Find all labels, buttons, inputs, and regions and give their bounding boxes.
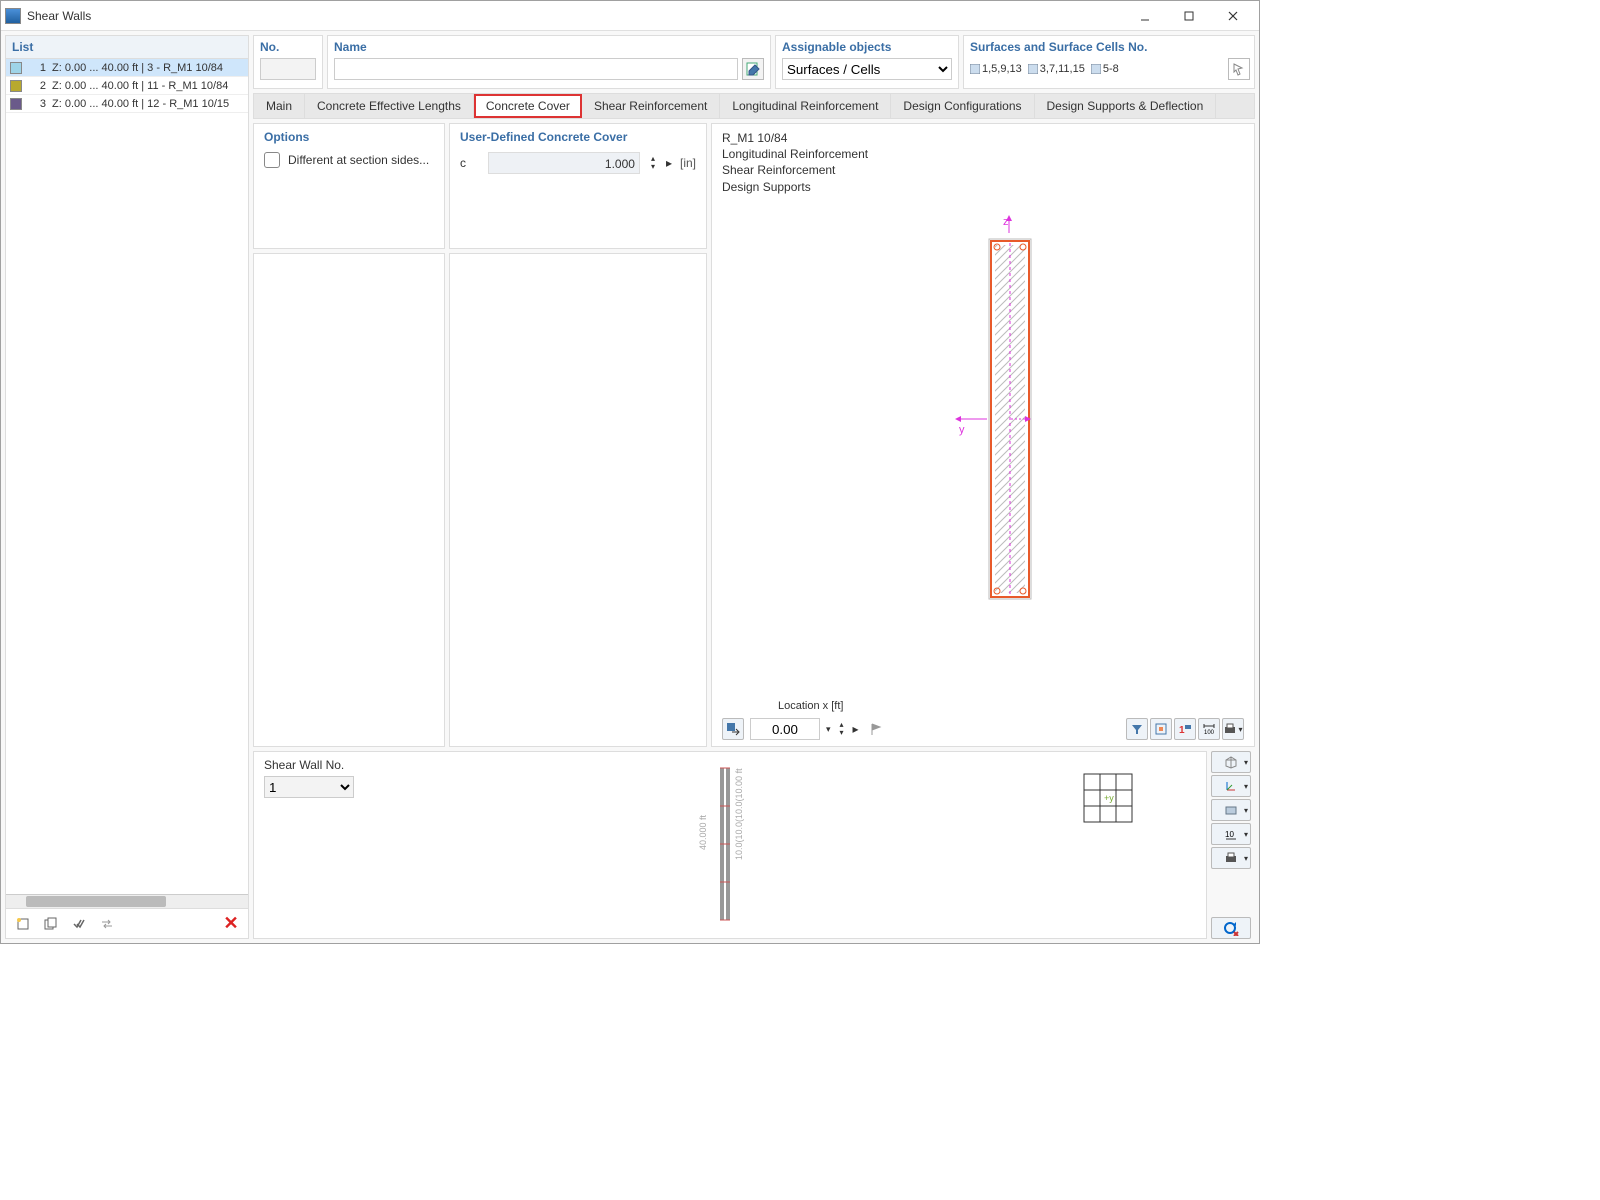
- name-label: Name: [334, 40, 764, 54]
- cover-param-label: c: [460, 156, 480, 170]
- location-label: Location x [ft]: [778, 700, 1244, 712]
- list-body[interactable]: 1Z: 0.00 ... 40.00 ft | 3 - R_M1 10/842Z…: [6, 59, 248, 894]
- close-icon: ✕: [223, 913, 238, 934]
- locate-icon[interactable]: [722, 718, 744, 740]
- tab-design-configurations[interactable]: Design Configurations: [891, 94, 1034, 118]
- svg-text:10: 10: [1225, 830, 1234, 839]
- assignable-label: Assignable objects: [782, 40, 952, 54]
- assignable-select[interactable]: Surfaces / Cells: [782, 58, 952, 80]
- surface-icon: [1091, 64, 1101, 74]
- list-hscrollbar[interactable]: [6, 894, 248, 908]
- tab-main[interactable]: Main: [254, 94, 305, 118]
- flag-icon[interactable]: [865, 718, 887, 740]
- svg-text:100: 100: [1204, 730, 1215, 736]
- preview-info: R_M1 10/84Longitudinal ReinforcementShea…: [722, 130, 1244, 195]
- surface-icon: [970, 64, 980, 74]
- location-spinner[interactable]: ▴▾: [837, 721, 847, 737]
- shearwall-no-select[interactable]: 1: [264, 776, 354, 798]
- different-sides-label: Different at section sides...: [288, 153, 429, 167]
- svg-text:10.0(10.0(10.0(10.00 ft: 10.0(10.0(10.0(10.00 ft: [734, 768, 744, 860]
- app-icon: [5, 8, 21, 24]
- view-cube[interactable]: +y: [1080, 770, 1136, 826]
- edit-name-icon[interactable]: [742, 58, 764, 80]
- pick-surfaces-icon[interactable]: [1228, 58, 1250, 80]
- minimize-button[interactable]: [1123, 2, 1167, 30]
- dimension-icon[interactable]: 100: [1198, 718, 1220, 740]
- cover-step-icon[interactable]: ▸: [666, 156, 672, 170]
- delete-button[interactable]: ✕: [220, 913, 242, 935]
- no-input[interactable]: [260, 58, 316, 80]
- name-input[interactable]: [334, 58, 738, 80]
- location-step-icon[interactable]: ▸: [853, 722, 859, 736]
- list-item[interactable]: 2Z: 0.00 ... 40.00 ft | 11 - R_M1 10/84: [6, 77, 248, 95]
- location-dropdown-icon[interactable]: ▾: [826, 724, 831, 735]
- cover-value-input[interactable]: 1.000: [488, 152, 640, 174]
- location-input[interactable]: [750, 718, 820, 740]
- tab-bar: MainConcrete Effective LengthsConcrete C…: [253, 93, 1255, 119]
- copy-icon[interactable]: [40, 913, 62, 935]
- section-diagram: z: [903, 211, 1063, 631]
- svg-text:40.000 ft: 40.000 ft: [698, 814, 708, 850]
- tab-longitudinal-reinforcement[interactable]: Longitudinal Reinforcement: [720, 94, 891, 118]
- cover-spinner[interactable]: ▴▾: [648, 155, 658, 171]
- list-item[interactable]: 3Z: 0.00 ... 40.00 ft | 12 - R_M1 10/15: [6, 95, 248, 113]
- print-icon[interactable]: ▾: [1211, 847, 1251, 869]
- tab-concrete-cover[interactable]: Concrete Cover: [474, 94, 582, 118]
- surfaces-label: Surfaces and Surface Cells No.: [970, 40, 1248, 54]
- surface-icon: [1028, 64, 1038, 74]
- values-icon[interactable]: 1: [1174, 718, 1196, 740]
- empty-panel: [253, 253, 445, 747]
- empty-panel: [449, 253, 707, 747]
- no-label: No.: [260, 40, 316, 54]
- new-icon[interactable]: [12, 913, 34, 935]
- grid-icon[interactable]: 10▾: [1211, 823, 1251, 845]
- elevation-diagram: 40.000 ft 10.0(10.0(10.0(10.00 ft: [692, 760, 762, 930]
- swap-icon[interactable]: [96, 913, 118, 935]
- cover-unit: [in]: [680, 156, 696, 170]
- different-sides-checkbox[interactable]: [264, 152, 280, 168]
- svg-text:+y: +y: [1104, 793, 1114, 803]
- surfaces-value[interactable]: 1,5,9,13 3,7,11,15 5-8: [970, 58, 1248, 80]
- check-icon[interactable]: [68, 913, 90, 935]
- tab-concrete-effective-lengths[interactable]: Concrete Effective Lengths: [305, 94, 474, 118]
- close-button[interactable]: [1211, 2, 1255, 30]
- tab-design-supports-deflection[interactable]: Design Supports & Deflection: [1035, 94, 1217, 118]
- print-icon[interactable]: ▾: [1222, 718, 1244, 740]
- cover-title: User-Defined Concrete Cover: [460, 130, 696, 144]
- render-icon[interactable]: ▾: [1211, 799, 1251, 821]
- reset-view-icon[interactable]: [1211, 917, 1251, 939]
- list-header: List: [6, 36, 248, 59]
- list-item[interactable]: 1Z: 0.00 ... 40.00 ft | 3 - R_M1 10/84: [6, 59, 248, 77]
- axes-icon[interactable]: ▾: [1211, 775, 1251, 797]
- filter-icon[interactable]: [1126, 718, 1148, 740]
- svg-text:1: 1: [1179, 725, 1185, 736]
- tab-shear-reinforcement[interactable]: Shear Reinforcement: [582, 94, 720, 118]
- frame-icon[interactable]: [1150, 718, 1172, 740]
- view3d-icon[interactable]: ▾: [1211, 751, 1251, 773]
- options-title: Options: [264, 130, 434, 144]
- window-title: Shear Walls: [27, 9, 1123, 23]
- svg-text:y: y: [959, 424, 965, 436]
- maximize-button[interactable]: [1167, 2, 1211, 30]
